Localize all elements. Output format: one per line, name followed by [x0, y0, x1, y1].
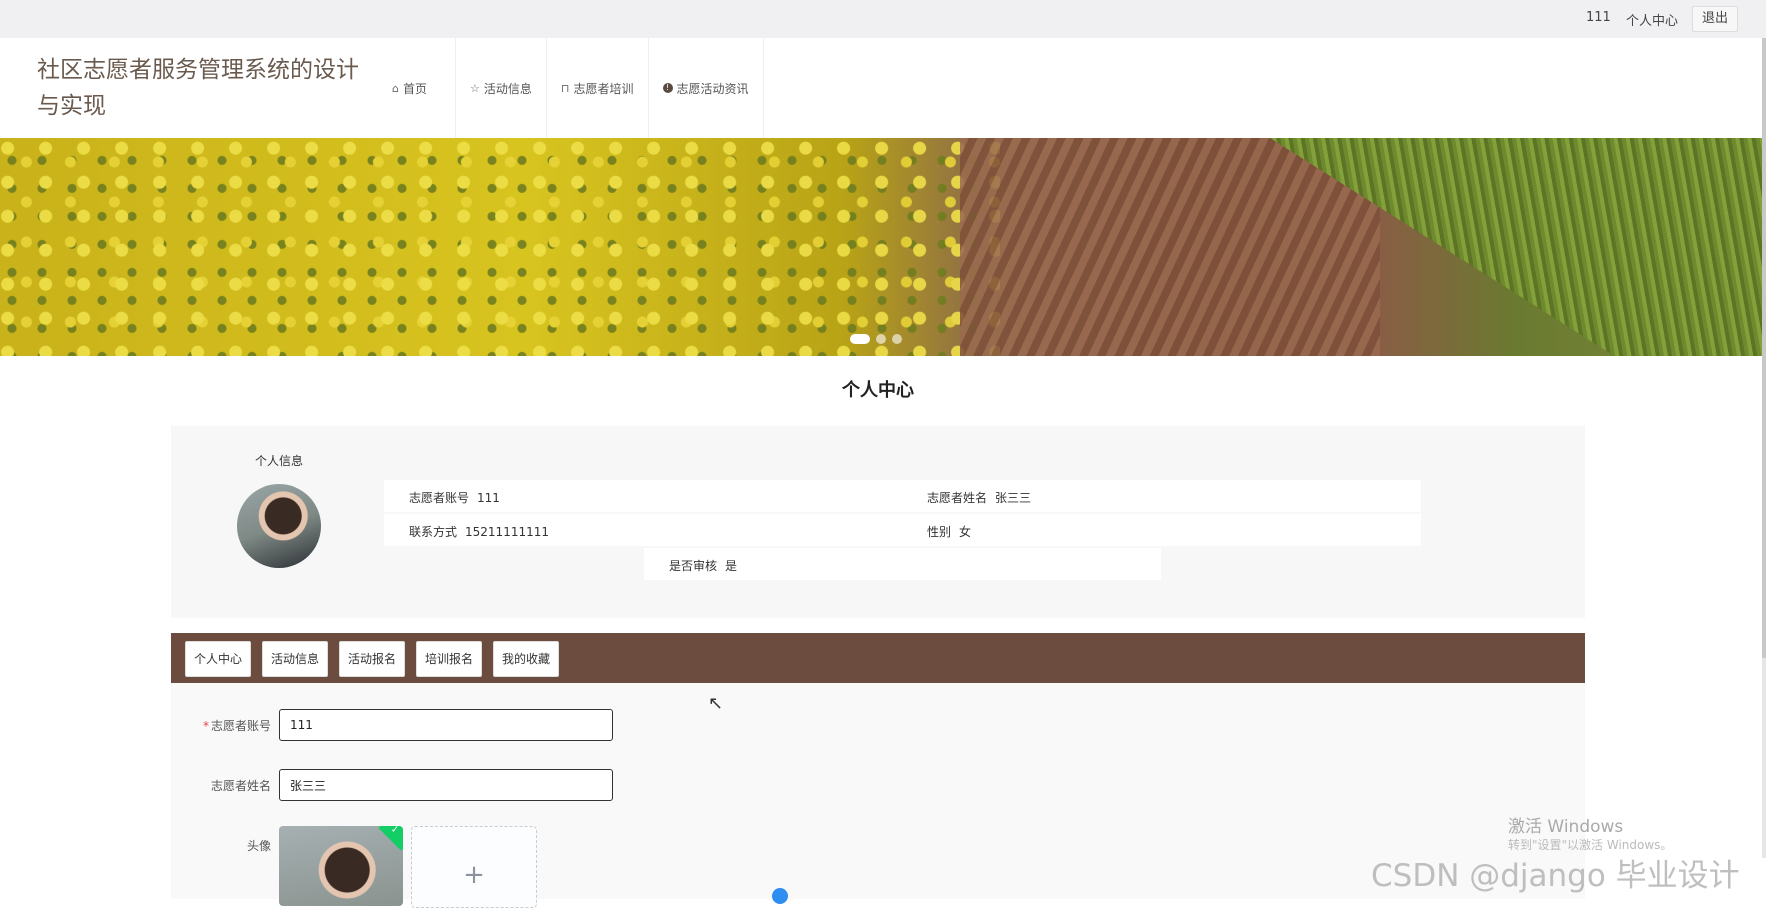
user-tabbar: 个人中心 活动信息 活动报名 培训报名 我的收藏 — [171, 633, 1585, 683]
banner-carousel[interactable] — [0, 138, 1762, 356]
tab-training-signup[interactable]: 培训报名 — [416, 641, 482, 677]
name-input[interactable] — [279, 769, 613, 801]
tab-personal-center[interactable]: 个人中心 — [185, 641, 251, 677]
avatar-label: 头像 — [246, 839, 271, 853]
required-marker: * — [202, 719, 209, 733]
review-field: 是否审核是 — [669, 557, 737, 574]
nav-item-news[interactable]: ! 志愿活动资讯 — [649, 38, 764, 138]
carousel-dot-3[interactable] — [892, 334, 902, 344]
field-label: 志愿者账号 — [409, 491, 470, 505]
site-title[interactable]: 社区志愿者服务管理系统的设计与实现 — [37, 52, 377, 124]
mouse-pointer-icon: ↖ — [708, 693, 724, 714]
account-field: 志愿者账号 111 — [409, 489, 500, 506]
account-input[interactable] — [279, 709, 613, 741]
tab-activity-info[interactable]: 活动信息 — [262, 641, 328, 677]
account-label-text: 志愿者账号 — [210, 719, 271, 733]
bag-icon: ⊓ — [560, 81, 570, 95]
info-row: 志愿者账号 111 志愿者姓名 张三三 — [384, 480, 1421, 512]
info-row: 是否审核是 — [644, 548, 1161, 580]
name-label: 志愿者姓名 — [210, 779, 271, 793]
nav-item-training[interactable]: ⊓ 志愿者培训 — [547, 38, 649, 138]
tab-activity-signup[interactable]: 活动报名 — [339, 641, 405, 677]
windows-activate-watermark: 激活 Windows — [1508, 817, 1624, 837]
field-label: 志愿者姓名 — [927, 491, 988, 505]
nav-item-label: 活动信息 — [483, 81, 532, 96]
carousel-indicators — [850, 334, 902, 344]
csdn-watermark: CSDN @django 毕业设计 — [1371, 858, 1740, 894]
banner-image-road — [960, 138, 1380, 356]
personal-center-link[interactable]: 个人中心 — [1626, 10, 1678, 29]
username-link[interactable]: 111 — [1586, 10, 1611, 25]
avatar-upload-preview[interactable]: ✓ — [279, 826, 403, 906]
account-label: * 志愿者账号 — [171, 717, 271, 734]
avatar — [237, 484, 321, 568]
field-label: 是否审核 — [669, 559, 718, 573]
nav-item-label: 志愿活动资讯 — [676, 81, 749, 96]
carousel-dot-2[interactable] — [876, 334, 886, 344]
banner-image-flowers — [0, 138, 1000, 356]
nav-item-home[interactable]: ⌂ 首页 — [388, 38, 456, 138]
tab-my-favorites[interactable]: 我的收藏 — [493, 641, 559, 677]
home-icon: ⌂ — [392, 81, 399, 95]
upload-success-badge: ✓ — [378, 826, 403, 851]
page-scrollbar[interactable] — [1762, 38, 1766, 858]
info-icon: ! — [662, 83, 673, 93]
field-value: 111 — [477, 491, 500, 505]
info-row: 联系方式 15211111111 性别女 — [384, 514, 1421, 546]
profile-info-panel: 个人信息 志愿者账号 111 志愿者姓名 张三三 联系方式 15211111111 性… — [171, 426, 1585, 618]
nav-item-label: 志愿者培训 — [573, 81, 634, 96]
page-title: 个人中心 — [842, 380, 914, 401]
phone-field: 联系方式 15211111111 — [409, 523, 549, 540]
field-value: 张三三 — [995, 491, 1032, 505]
nav-item-activities[interactable]: ☆ 活动信息 — [456, 38, 547, 138]
profile-section-label: 个人信息 — [255, 454, 304, 468]
field-value: 是 — [725, 559, 738, 573]
field-label: 联系方式 — [409, 525, 458, 539]
carousel-dot-1[interactable] — [850, 334, 870, 344]
main-nav: ⌂ 首页 ☆ 活动信息 ⊓ 志愿者培训 ! 志愿活动资讯 — [388, 38, 764, 138]
field-label: 性别 — [927, 525, 952, 539]
check-icon: ✓ — [390, 826, 400, 836]
field-value: 15211111111 — [465, 525, 549, 539]
avatar-upload-button[interactable]: + — [411, 826, 537, 908]
loading-indicator — [772, 888, 788, 904]
top-bar: 111 个人中心 退出 — [0, 0, 1766, 38]
name-field: 志愿者姓名 张三三 — [927, 489, 1031, 506]
scrollbar-thumb[interactable] — [1762, 38, 1766, 658]
star-icon: ☆ — [470, 81, 480, 95]
gender-field: 性别女 — [927, 523, 971, 540]
field-value: 女 — [959, 525, 972, 539]
nav-item-label: 首页 — [402, 81, 427, 96]
site-header: 社区志愿者服务管理系统的设计与实现 ⌂ 首页 ☆ 活动信息 ⊓ 志愿者培训 ! … — [0, 38, 1762, 139]
logout-button[interactable]: 退出 — [1692, 6, 1738, 32]
